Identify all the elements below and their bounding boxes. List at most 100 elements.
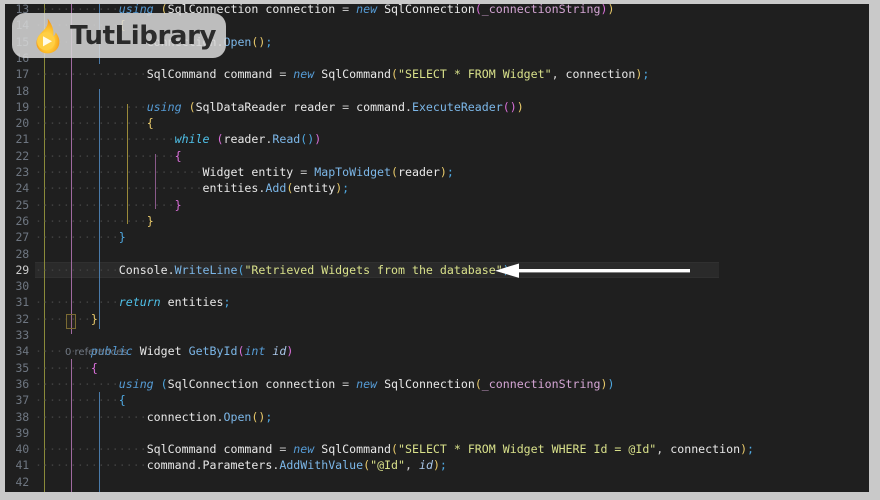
code-token: Add bbox=[265, 181, 287, 196]
line-number: 20 bbox=[15, 116, 30, 131]
code-token: SqlCommand bbox=[146, 442, 217, 457]
code-line[interactable]: ················SqlCommand command = new… bbox=[35, 66, 649, 82]
code-line[interactable]: ················} bbox=[35, 213, 154, 229]
code-line[interactable]: ····················} bbox=[35, 197, 182, 213]
line-number: 25 bbox=[15, 197, 30, 212]
code-token: , bbox=[405, 458, 412, 473]
line-number: 24 bbox=[15, 181, 30, 196]
code-token: ) bbox=[439, 165, 447, 179]
code-token: SqlConnection bbox=[384, 376, 475, 391]
code-content[interactable]: ············using (SqlConnection connect… bbox=[35, 4, 869, 492]
code-token: "SELECT * FROM Widget" bbox=[398, 67, 552, 82]
code-token: id bbox=[272, 344, 287, 359]
line-number: 30 bbox=[15, 279, 30, 294]
code-token: new bbox=[293, 442, 315, 457]
code-token: connection bbox=[146, 409, 217, 424]
code-token: Widget bbox=[202, 165, 245, 179]
code-token: ; bbox=[265, 34, 273, 49]
code-line[interactable]: ············Console.WriteLine("Retrieved… bbox=[35, 262, 517, 278]
line-number: 21 bbox=[15, 132, 30, 147]
line-number: 33 bbox=[15, 328, 30, 342]
code-token: ················ bbox=[35, 213, 147, 228]
code-token: AddWithValue bbox=[279, 458, 364, 473]
code-line[interactable]: ········{ bbox=[35, 360, 98, 376]
code-token: Widget bbox=[139, 344, 182, 359]
code-line[interactable]: ····················while (reader.Read()… bbox=[35, 131, 321, 147]
arrow-left-icon bbox=[495, 263, 690, 278]
code-token: ········ bbox=[35, 311, 91, 326]
code-line[interactable]: ················SqlCommand command = new… bbox=[35, 441, 754, 457]
code-token: reader bbox=[398, 165, 440, 179]
code-token: ················ bbox=[35, 67, 147, 82]
code-line[interactable]: ························entities.Add(ent… bbox=[35, 180, 349, 196]
code-token: Read bbox=[272, 132, 301, 147]
code-token: ) bbox=[516, 99, 524, 114]
code-line[interactable]: ················{ bbox=[35, 115, 154, 131]
line-number: 27 bbox=[15, 230, 30, 245]
code-token: Parameters bbox=[202, 458, 273, 473]
code-token: MapToWidget bbox=[314, 165, 392, 179]
code-token: { bbox=[146, 116, 154, 131]
code-line[interactable]: ············return entities; bbox=[35, 294, 230, 310]
code-token: ; bbox=[223, 295, 231, 310]
code-line[interactable]: ················command.Parameters.AddWi… bbox=[35, 457, 447, 473]
codelens-references[interactable]: 0 references bbox=[65, 347, 128, 359]
code-token: ; bbox=[446, 165, 454, 179]
code-token: . bbox=[195, 458, 203, 473]
code-token: ········ bbox=[35, 360, 91, 375]
code-line[interactable]: ························Widget entity = … bbox=[35, 164, 454, 180]
code-token: ···················· bbox=[35, 197, 175, 212]
code-token: ···················· bbox=[35, 132, 175, 147]
code-token: ························ bbox=[35, 181, 203, 196]
code-token: SqlCommand bbox=[146, 67, 217, 82]
line-number: 36 bbox=[15, 376, 30, 391]
code-token: } bbox=[146, 213, 154, 228]
code-token: ; bbox=[265, 409, 273, 424]
code-token: SqlCommand bbox=[321, 442, 392, 457]
code-editor-surface[interactable]: 1314151617181920212223242526272829303132… bbox=[5, 4, 869, 492]
code-token: command bbox=[146, 458, 196, 473]
code-line[interactable]: ············using (SqlConnection connect… bbox=[35, 376, 614, 392]
code-line[interactable]: ················connection.Open(); bbox=[35, 409, 272, 425]
code-token: { bbox=[174, 148, 182, 163]
line-number: 29 bbox=[15, 262, 30, 277]
line-number: 32 bbox=[15, 311, 30, 326]
code-token: ············ bbox=[35, 262, 119, 277]
code-token: connection bbox=[258, 376, 343, 391]
code-line[interactable]: ············} bbox=[35, 229, 126, 245]
line-number: 19 bbox=[15, 99, 30, 114]
code-token: entities bbox=[160, 295, 224, 310]
code-token: . bbox=[167, 262, 175, 277]
line-number: 26 bbox=[15, 213, 30, 228]
code-token: new bbox=[293, 67, 315, 82]
code-line[interactable]: ····················{ bbox=[35, 148, 182, 164]
code-line[interactable]: ············{ bbox=[35, 392, 126, 408]
code-token: _connectionString bbox=[481, 4, 601, 16]
code-token: { bbox=[90, 360, 98, 375]
code-token: entity bbox=[244, 165, 301, 179]
code-token: command bbox=[216, 67, 280, 82]
code-token: "@Id" bbox=[370, 458, 405, 473]
line-number-gutter: 1314151617181920212223242526272829303132… bbox=[5, 4, 35, 492]
line-number: 37 bbox=[15, 393, 30, 408]
code-token: connection bbox=[558, 67, 636, 82]
code-token: ( bbox=[188, 99, 196, 114]
code-token: , bbox=[551, 67, 559, 82]
code-token: ) bbox=[740, 442, 748, 457]
code-token: ( bbox=[502, 99, 510, 114]
code-token: entity bbox=[293, 181, 336, 196]
screenshot-root: 1314151617181920212223242526272829303132… bbox=[0, 0, 880, 500]
code-line[interactable]: ················using (SqlDataReader rea… bbox=[35, 99, 524, 115]
code-token: ············ bbox=[35, 295, 119, 310]
code-token: ( bbox=[474, 4, 482, 16]
code-token: WriteLine bbox=[174, 262, 238, 277]
code-token: ; bbox=[342, 181, 350, 196]
code-token: SqlConnection bbox=[384, 4, 475, 16]
code-token: } bbox=[118, 230, 126, 245]
watermark-logo: TutLibrary bbox=[12, 13, 226, 58]
code-token: SqlConnection bbox=[167, 376, 259, 391]
